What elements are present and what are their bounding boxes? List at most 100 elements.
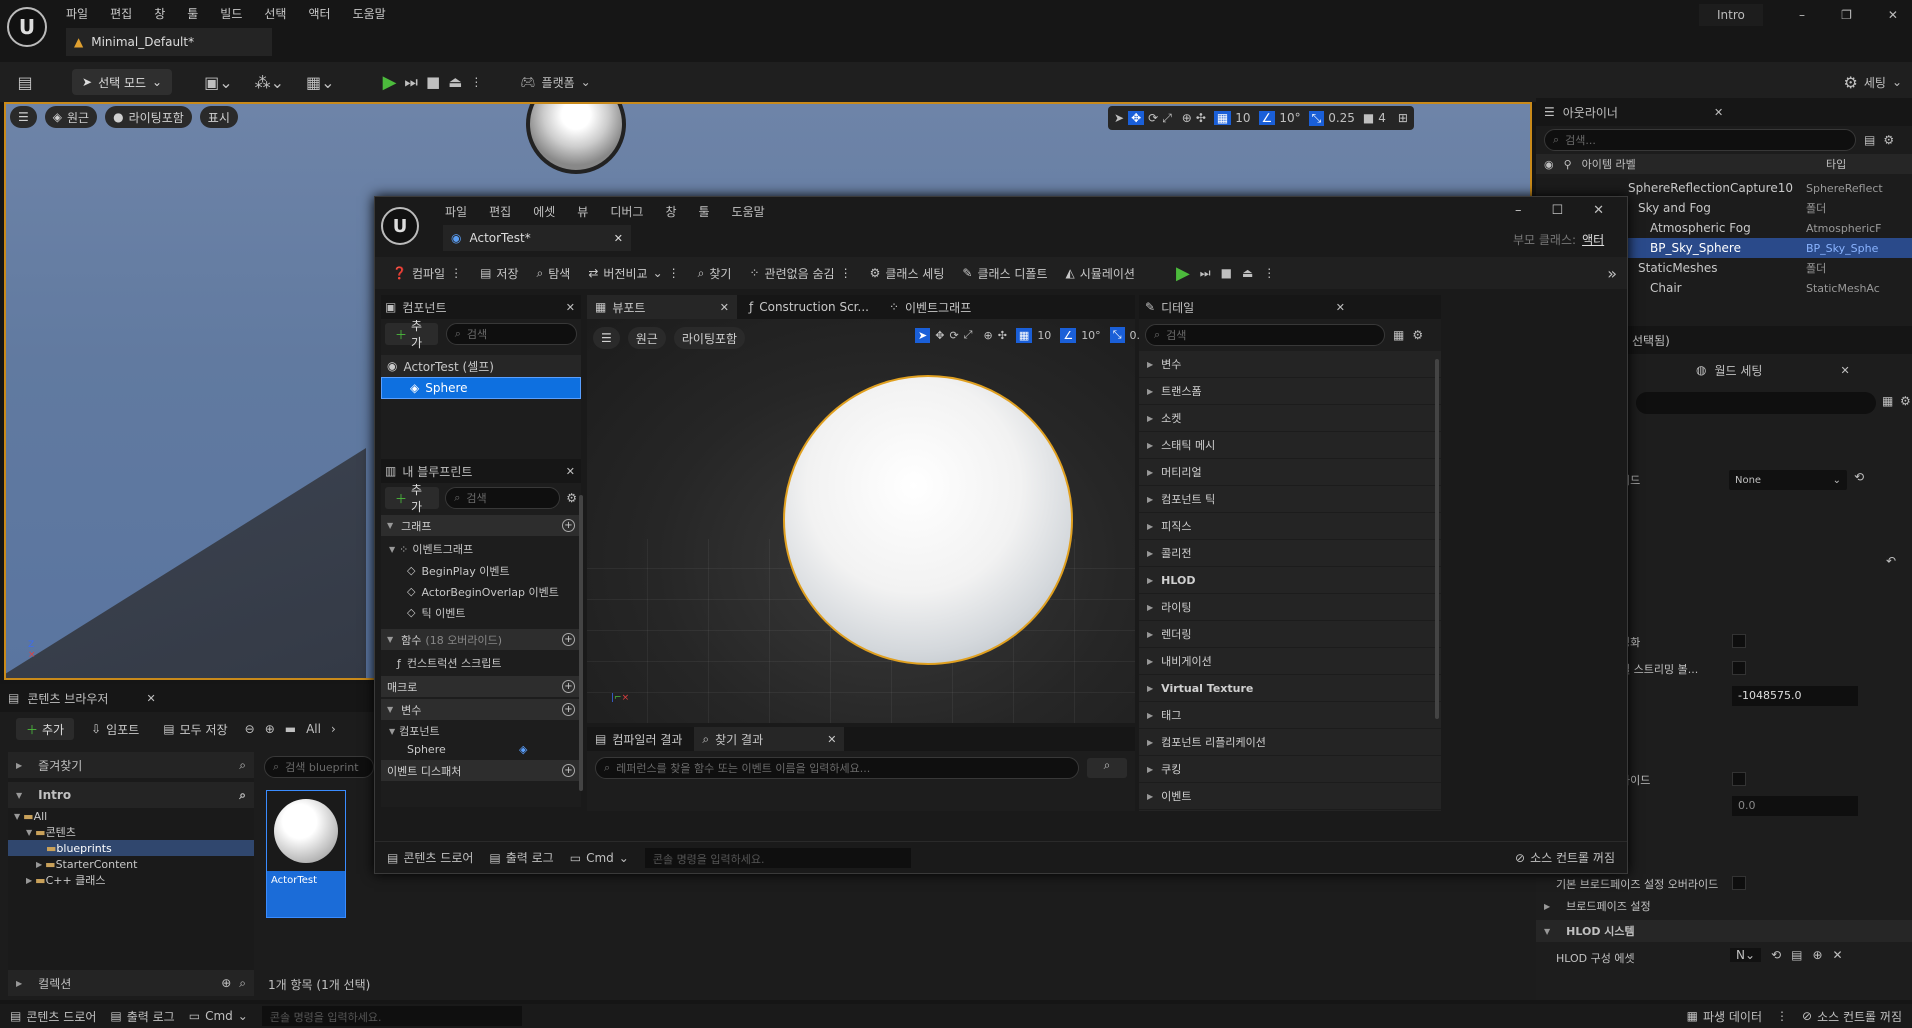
- translate-tool-icon[interactable]: ✥: [935, 329, 944, 342]
- details-category[interactable]: ▶ 콜리전: [1139, 540, 1441, 567]
- add-macro-icon[interactable]: +: [562, 680, 575, 693]
- browse-button[interactable]: ⌕ 탐색: [530, 260, 578, 286]
- add-function-icon[interactable]: +: [562, 633, 575, 646]
- details-category[interactable]: ▶LOD: [1139, 810, 1441, 811]
- surface-snap-icon[interactable]: ✣: [1196, 111, 1206, 125]
- derived-data-button[interactable]: ▦ 파생 데이터: [1687, 1008, 1762, 1025]
- console-input[interactable]: 콘솔 명령을 입력하세요.: [261, 1006, 522, 1026]
- components-search-input[interactable]: ⌕ 검색: [445, 323, 577, 345]
- bp-viewport[interactable]: |⌐×: [587, 319, 1135, 723]
- maximize-icon[interactable]: ❐: [1841, 8, 1852, 22]
- details-category[interactable]: ▶ 렌더링: [1139, 621, 1441, 648]
- class-defaults-button[interactable]: ✎ 클래스 디폴트: [955, 260, 1054, 286]
- unreal-logo-icon[interactable]: U: [7, 7, 47, 47]
- menu-actor[interactable]: 액터: [308, 5, 330, 22]
- find-input[interactable]: ⌕ 레퍼런스를 찾을 함수 또는 이벤트 이름을 입력하세요...: [595, 757, 1079, 779]
- details-category[interactable]: ▶ HLOD: [1139, 567, 1441, 594]
- close-icon[interactable]: ✕: [1593, 203, 1604, 218]
- outliner-search-input[interactable]: ⌕ 검색...: [1544, 129, 1856, 151]
- details-category[interactable]: ▶ 내비게이션: [1139, 648, 1441, 675]
- menu-help[interactable]: 도움말: [353, 5, 386, 22]
- class-settings-button[interactable]: ⚙ 클래스 세팅: [863, 260, 952, 286]
- asset-tile-actortest[interactable]: ActorTest: [266, 790, 346, 918]
- viewport-menu-icon[interactable]: ☰: [593, 327, 620, 349]
- close-icon[interactable]: ✕: [566, 465, 575, 478]
- translate-tool-icon[interactable]: ✥: [1128, 111, 1145, 125]
- tree-item[interactable]: ▶ ▬ StarterContent: [8, 856, 254, 872]
- camera-speed-value[interactable]: 4: [1378, 111, 1386, 125]
- add-folder-icon[interactable]: ▤: [1864, 133, 1875, 147]
- rotate-tool-icon[interactable]: ⟳: [1148, 111, 1158, 125]
- close-icon[interactable]: ✕: [146, 692, 155, 705]
- layout-icon[interactable]: ⊞: [1398, 111, 1408, 125]
- simulation-button[interactable]: ◭ 시뮬레이션: [1059, 260, 1142, 286]
- select-tool-icon[interactable]: ➤: [915, 327, 931, 343]
- menu-select[interactable]: 선택: [264, 5, 286, 22]
- stop-icon[interactable]: ■: [426, 73, 440, 91]
- play-icon[interactable]: ▶: [1176, 263, 1190, 284]
- viewport-menu-icon[interactable]: ☰: [10, 106, 37, 128]
- details-category[interactable]: ▶ 쿠킹: [1139, 756, 1441, 783]
- my-blueprint-scrollbar[interactable]: [579, 495, 583, 791]
- world-checkbox[interactable]: [1732, 634, 1746, 648]
- outliner-row[interactable]: SphereReflectionCapture10 SphereReflect: [1536, 178, 1912, 198]
- tree-item[interactable]: ▼ ▬ All: [8, 808, 254, 824]
- world-checkbox[interactable]: [1732, 876, 1746, 890]
- back-icon[interactable]: ⊖: [245, 722, 255, 736]
- more-options-icon[interactable]: ⋮: [1263, 266, 1275, 280]
- table-view-icon[interactable]: ▦: [1393, 328, 1404, 342]
- hlod-system-category[interactable]: ▼ HLOD 시스템: [1536, 920, 1912, 942]
- collections-section[interactable]: ▶ 컬렉션 ⊕ ⌕: [8, 970, 254, 996]
- close-icon[interactable]: ✕: [614, 232, 623, 245]
- details-category[interactable]: ▶ 스태틱 메시: [1139, 432, 1441, 459]
- scale-snap-value[interactable]: 0.25: [1328, 111, 1355, 125]
- unreal-logo-icon[interactable]: U: [381, 207, 419, 245]
- scale-snap-icon[interactable]: ⤡: [1308, 110, 1325, 126]
- tree-item[interactable]: ▼ ▬ 콘텐츠: [8, 824, 254, 840]
- world-local-icon[interactable]: ⊕: [1182, 111, 1192, 125]
- gear-icon[interactable]: ⚙: [1883, 133, 1894, 147]
- reset-icon[interactable]: ⟲: [1854, 470, 1864, 484]
- world-number-field[interactable]: -1048575.0: [1732, 686, 1858, 706]
- details-category[interactable]: ▶ 컴포넌트 리플리케이션: [1139, 729, 1441, 756]
- content-drawer-button[interactable]: ▤ 콘텐츠 드로어: [387, 849, 473, 866]
- folder-icon[interactable]: ▤: [1791, 948, 1802, 962]
- maximize-icon[interactable]: ☐: [1552, 203, 1564, 218]
- add-graph-icon[interactable]: +: [562, 519, 575, 532]
- details-category[interactable]: ▶ 라이팅: [1139, 594, 1441, 621]
- add-icon[interactable]: ⊕: [221, 976, 231, 990]
- details-category[interactable]: ▶ 트랜스폼: [1139, 378, 1441, 405]
- browse-icon[interactable]: ⟲: [1771, 948, 1781, 962]
- close-icon[interactable]: ✕: [1888, 8, 1898, 22]
- more-options-icon[interactable]: ⋮: [1776, 1009, 1788, 1023]
- add-variable-icon[interactable]: +: [562, 703, 575, 716]
- more-options-icon[interactable]: ⋮: [470, 75, 482, 89]
- details-category[interactable]: ▶ 이벤트: [1139, 783, 1441, 810]
- menu-edit[interactable]: 편집: [110, 5, 132, 22]
- none-dropdown[interactable]: None ⌄: [1729, 470, 1847, 490]
- table-view-icon[interactable]: ▦: [1882, 394, 1893, 408]
- bp-menu-tools[interactable]: 툴: [699, 203, 710, 220]
- event-item[interactable]: ◇ BeginPlay 이벤트: [381, 560, 581, 581]
- cinematics-icon[interactable]: ▦⌄: [306, 73, 335, 92]
- platforms-button[interactable]: 🎮︎ 플랫폼 ⌄: [520, 74, 590, 91]
- rotate-tool-icon[interactable]: ⟳: [949, 329, 958, 342]
- outliner-col-label[interactable]: 아이템 라벨: [1582, 156, 1636, 172]
- scale-snap-icon[interactable]: ⤡: [1109, 327, 1125, 343]
- cmd-dropdown[interactable]: ▭ Cmd ⌄: [189, 1009, 248, 1023]
- play-icon[interactable]: ▶: [383, 72, 397, 93]
- world-local-icon[interactable]: ⊕: [983, 329, 992, 342]
- compile-button[interactable]: ❓ 컴파일 ⋮: [385, 260, 469, 286]
- tab-compiler-results[interactable]: ▤ 컴파일러 결과: [587, 727, 690, 751]
- expand-toolbar-icon[interactable]: »: [1607, 264, 1617, 283]
- content-search-input[interactable]: ⌕ 검색 blueprint: [264, 756, 374, 778]
- bp-asset-tab[interactable]: ◉ ActorTest* ✕: [443, 225, 631, 251]
- add-actor-icon[interactable]: ▣⌄: [204, 73, 233, 92]
- show-button[interactable]: 표시: [199, 106, 238, 128]
- add-member-button[interactable]: ＋ 추가: [385, 483, 440, 514]
- variables-section[interactable]: ▼ 변수 +: [381, 699, 581, 720]
- my-blueprint-search-input[interactable]: ⌕ 검색: [445, 487, 561, 509]
- eject-icon[interactable]: ⏏: [1242, 266, 1253, 280]
- tab-find-results[interactable]: ⌕ 찾기 결과 ✕: [694, 727, 845, 751]
- lit-button[interactable]: ● 라이팅포함: [105, 106, 192, 128]
